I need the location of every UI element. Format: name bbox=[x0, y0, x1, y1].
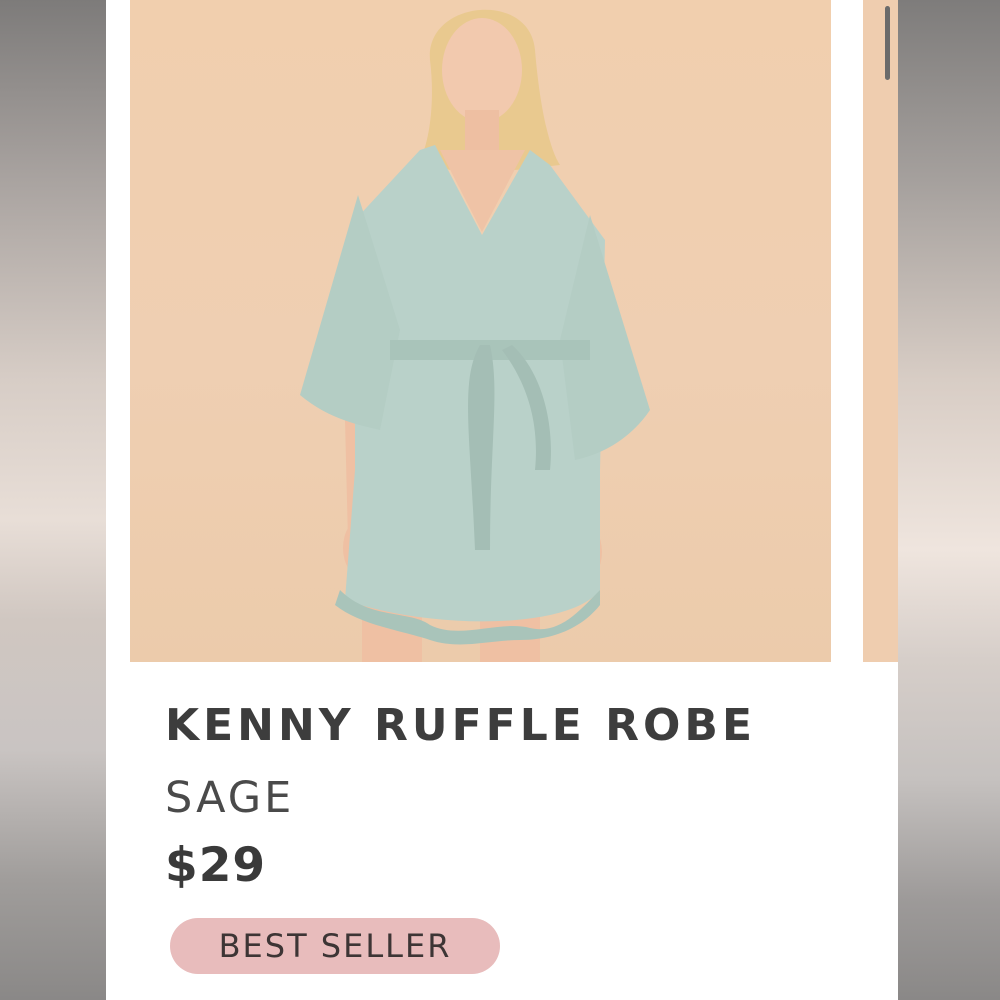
product-color: SAGE bbox=[165, 773, 295, 823]
scrollbar-thumb[interactable] bbox=[885, 6, 890, 80]
product-price: $29 bbox=[165, 838, 267, 893]
product-card[interactable]: KENNY RUFFLE ROBE SAGE $29 BEST SELLER bbox=[106, 0, 898, 1000]
model-illustration bbox=[300, 9, 650, 662]
next-product-image-peek[interactable] bbox=[863, 0, 898, 662]
product-title[interactable]: KENNY RUFFLE ROBE bbox=[165, 700, 756, 751]
product-image[interactable] bbox=[130, 0, 831, 662]
blurred-background-left bbox=[0, 0, 106, 1000]
best-seller-badge: BEST SELLER bbox=[170, 918, 500, 974]
blurred-background-right bbox=[898, 0, 1000, 1000]
